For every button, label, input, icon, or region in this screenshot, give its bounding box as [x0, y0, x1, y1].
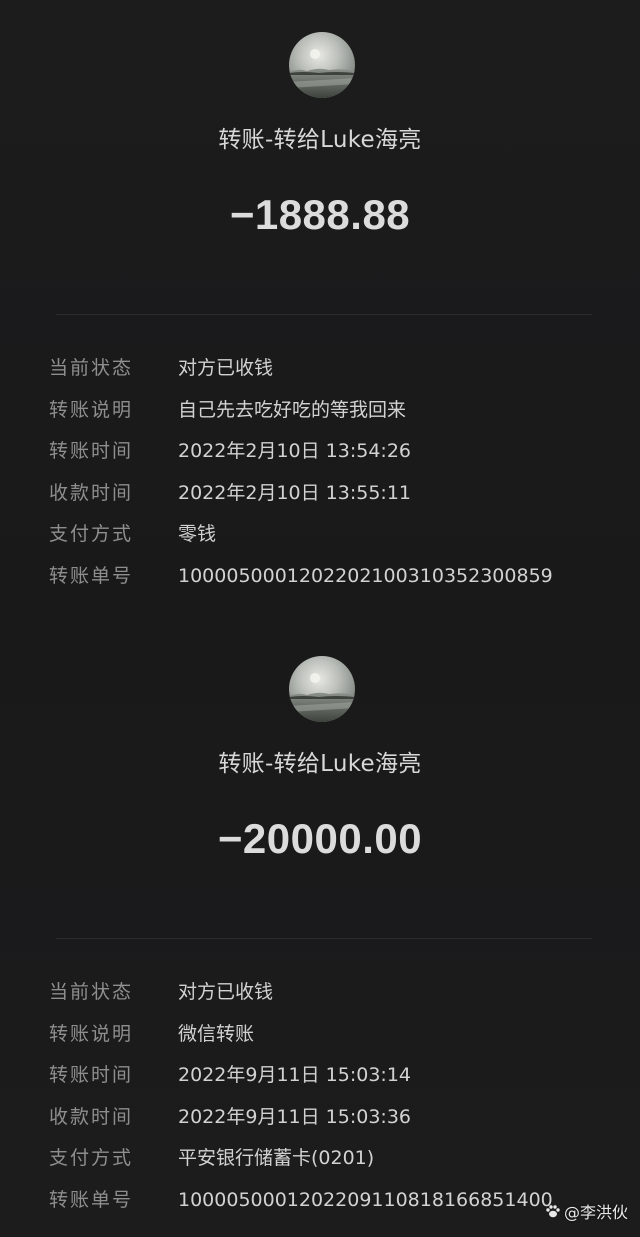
detail-value: 自己先去吃好吃的等我回来 [178, 398, 407, 421]
watermark: @李洪伙 [545, 1199, 628, 1223]
detail-row-note: 转账说明 自己先去吃好吃的等我回来 [0, 390, 640, 430]
detail-label: 收款时间 [49, 481, 134, 504]
avatar-landscape-image [289, 656, 355, 722]
transfer-amount: −1888.88 [229, 191, 411, 238]
detail-label: 转账说明 [49, 1022, 134, 1045]
detail-label: 转账说明 [49, 398, 134, 421]
detail-value: 对方已收钱 [178, 981, 274, 1003]
detail-row-receive-time: 收款时间 2022年9月11日 15:03:36 [0, 1097, 640, 1137]
detail-row-note: 转账说明 微信转账 [0, 1014, 640, 1054]
divider [56, 314, 592, 315]
detail-label: 当前状态 [49, 357, 134, 379]
paw-icon [546, 1205, 560, 1218]
avatar-landscape-image [289, 32, 355, 98]
detail-label: 支付方式 [49, 1147, 134, 1169]
recipient-avatar[interactable] [289, 32, 355, 98]
detail-row-transfer-time: 转账时间 2022年2月10日 13:54:26 [0, 431, 640, 471]
divider [56, 938, 592, 939]
detail-row-transaction-id: 转账单号 100005000120220210031035230085​9 [0, 556, 640, 596]
detail-value: 2022年9月11日 15:03:36 [178, 1105, 411, 1128]
recipient-avatar[interactable] [289, 656, 355, 722]
detail-value: 2022年2月10日 13:54:26 [178, 440, 411, 462]
detail-row-receive-time: 收款时间 2022年2月10日 13:55:11 [0, 473, 640, 513]
transfer-amount: −20000.00 [217, 815, 423, 862]
transfer-title: 转账-转给Luke海亮 [218, 127, 422, 153]
detail-label: 支付方式 [49, 523, 134, 545]
detail-value[interactable]: 1000050001202209110818166851400 [178, 1186, 553, 1214]
detail-row-transfer-time: 转账时间 2022年9月11日 15:03:14 [0, 1055, 640, 1095]
detail-row-status: 当前状态 对方已收钱 [0, 348, 640, 388]
detail-row-payment-method: 支付方式 零钱 [0, 514, 640, 554]
detail-label: 转账时间 [49, 440, 134, 462]
detail-label: 转账单号 [49, 1188, 134, 1211]
watermark-text: @李洪伙 [563, 1203, 628, 1222]
detail-value: 2022年2月10日 13:55:11 [178, 481, 411, 504]
detail-label: 转账单号 [49, 564, 134, 587]
detail-value: 微信转账 [178, 1022, 255, 1045]
detail-label: 当前状态 [49, 981, 134, 1003]
detail-value[interactable]: 100005000120220210031035230085​9 [178, 562, 553, 590]
detail-row-payment-method: 支付方式 平安银行储蓄卡(0201) [0, 1138, 640, 1178]
detail-label: 转账时间 [49, 1064, 134, 1086]
detail-value: 对方已收钱 [178, 357, 274, 379]
transfer-title: 转账-转给Luke海亮 [218, 751, 422, 777]
detail-value: 2022年9月11日 15:03:14 [178, 1064, 411, 1086]
detail-label: 收款时间 [49, 1105, 134, 1128]
detail-value: 零钱 [178, 523, 217, 545]
detail-row-status: 当前状态 对方已收钱 [0, 972, 640, 1012]
detail-value: 平安银行储蓄卡(0201) [178, 1147, 375, 1169]
transfer-detail-screen: 转账-转给Luke海亮 −1888.88 当前状态 对方已收钱 转账说明 自己先… [0, 0, 640, 1237]
